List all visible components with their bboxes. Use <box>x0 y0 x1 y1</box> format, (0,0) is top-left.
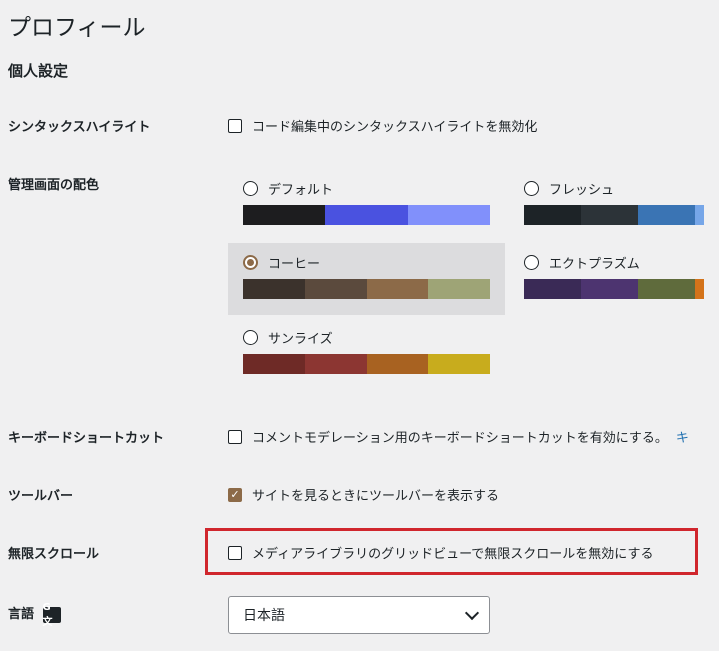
color-scheme-coffee-radio[interactable] <box>243 254 258 270</box>
color-scheme-fresh[interactable]: フレッシュ <box>509 169 719 241</box>
infinite-scroll-checkbox-label: メディアライブラリのグリッドビューで無限スクロールを無効にする <box>252 547 654 562</box>
color-scheme-ectoplasm-swatches <box>524 279 704 299</box>
color-swatch <box>304 279 367 299</box>
keyboard-shortcuts-checkbox-label: コメントモデレーション用のキーボードショートカットを有効にする。 <box>252 431 668 446</box>
color-scheme-sunrise-swatches <box>243 354 490 374</box>
color-swatch <box>524 279 581 299</box>
color-swatch <box>408 205 490 225</box>
color-swatch <box>325 205 408 225</box>
language-select-value: 日本語 <box>243 608 285 624</box>
infinite-scroll-option[interactable]: メディアライブラリのグリッドビューで無限スクロールを無効にする <box>228 543 653 562</box>
admin-color-scheme-label: 管理画面の配色 <box>8 178 100 193</box>
chevron-down-icon <box>464 605 480 620</box>
color-scheme-fresh-swatches <box>524 205 704 225</box>
color-swatch <box>428 279 490 299</box>
syntax-highlight-option[interactable]: コード編集中のシンタックスハイライトを無効化 <box>228 116 537 135</box>
keyboard-shortcuts-option[interactable]: コメントモデレーション用のキーボードショートカットを有効にする。 キ <box>228 427 689 446</box>
keyboard-shortcuts-checkbox[interactable] <box>228 429 242 444</box>
keyboard-shortcuts-label: キーボードショートカット <box>8 431 165 446</box>
syntax-highlight-checkbox[interactable] <box>228 118 242 133</box>
page-title: プロフィール <box>8 15 146 41</box>
color-scheme-default-radio[interactable] <box>243 180 258 196</box>
color-scheme-default-swatches <box>243 205 490 225</box>
toolbar-label: ツールバー <box>8 489 74 504</box>
color-swatch <box>304 354 367 374</box>
color-scheme-coffee-swatches <box>243 279 490 299</box>
translate-icon: G文 <box>42 602 61 628</box>
keyboard-shortcuts-docs-link[interactable]: キ <box>676 427 689 446</box>
color-swatch <box>580 279 638 299</box>
color-scheme-sunrise-radio[interactable] <box>243 329 258 345</box>
infinite-scroll-label: 無限スクロール <box>8 547 100 562</box>
infinite-scroll-checkbox[interactable] <box>228 545 242 560</box>
color-swatch <box>694 279 704 299</box>
color-swatch <box>694 205 704 225</box>
color-scheme-sunrise-name: サンライズ <box>268 331 333 347</box>
color-swatch <box>637 205 695 225</box>
color-scheme-ectoplasm-name: エクトプラズム <box>549 256 640 272</box>
color-scheme-ectoplasm[interactable]: エクトプラズム <box>509 243 719 315</box>
color-scheme-coffee-name: コーヒー <box>268 256 321 272</box>
color-swatch <box>524 205 581 225</box>
color-swatch <box>243 279 305 299</box>
color-swatch <box>243 354 305 374</box>
color-scheme-fresh-radio[interactable] <box>524 180 539 196</box>
syntax-highlight-checkbox-label: コード編集中のシンタックスハイライトを無効化 <box>252 120 538 135</box>
color-scheme-fresh-name: フレッシュ <box>549 182 615 198</box>
color-swatch <box>243 205 325 225</box>
syntax-highlight-label: シンタックスハイライト <box>8 120 151 135</box>
toolbar-option[interactable]: ✓ サイトを見るときにツールバーを表示する <box>228 485 499 504</box>
color-swatch <box>428 354 490 374</box>
color-swatch <box>637 279 695 299</box>
toolbar-checkbox-label: サイトを見るときにツールバーを表示する <box>252 489 500 504</box>
language-label-row: 言語 G文 <box>8 602 61 628</box>
checkmark-icon: ✓ <box>230 488 240 501</box>
color-scheme-coffee[interactable]: コーヒー <box>228 243 505 315</box>
language-label: 言語 <box>8 607 35 622</box>
color-swatch <box>366 279 429 299</box>
color-scheme-default[interactable]: デフォルト <box>228 169 505 241</box>
color-scheme-default-name: デフォルト <box>268 182 334 198</box>
color-scheme-sunrise[interactable]: サンライズ <box>228 318 505 390</box>
toolbar-checkbox[interactable]: ✓ <box>228 487 242 502</box>
color-swatch <box>580 205 638 225</box>
color-swatch <box>366 354 429 374</box>
language-select[interactable]: 日本語 <box>228 596 490 634</box>
color-scheme-ectoplasm-radio[interactable] <box>524 254 539 270</box>
section-title: 個人設定 <box>8 62 69 80</box>
